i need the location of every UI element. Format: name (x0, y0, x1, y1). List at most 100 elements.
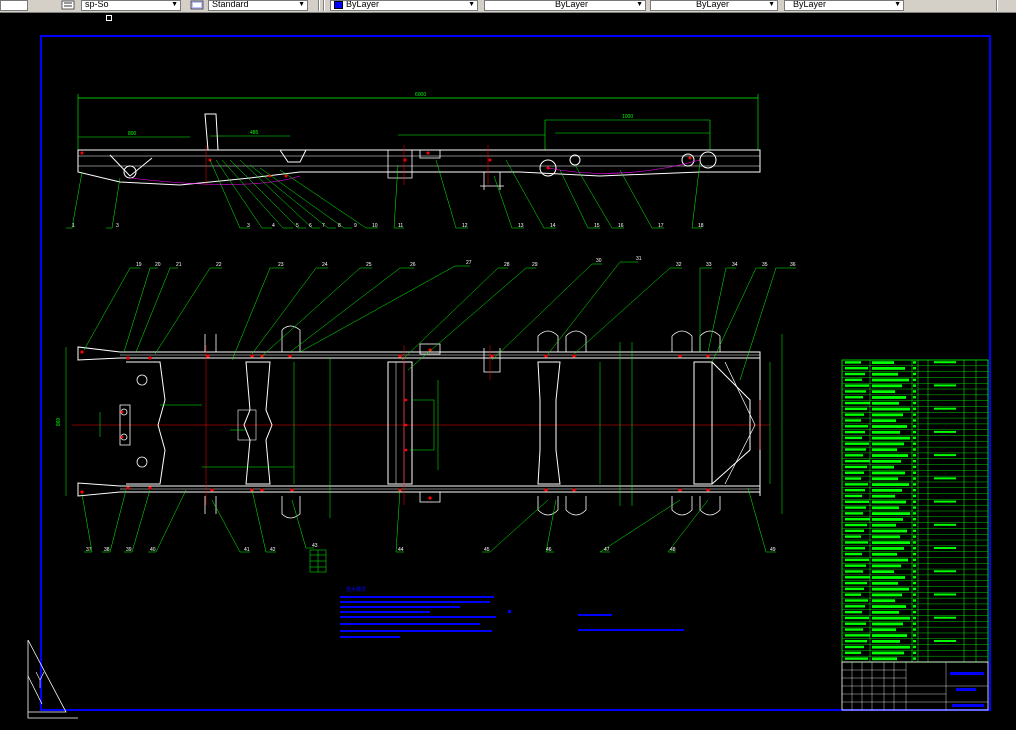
layer-dropdown[interactable]: ByLayer ▼ (484, 0, 646, 11)
color-value: ByLayer (346, 0, 380, 9)
layer-state-box[interactable] (0, 0, 28, 11)
color-swatch (334, 1, 343, 9)
toolbar-separator (318, 0, 320, 11)
bom-code-cell (845, 361, 861, 364)
text-style-dropdown[interactable]: Standard ▼ (208, 0, 308, 11)
bom-code-cell (845, 593, 861, 596)
bom-qty-cell (913, 442, 916, 445)
callout-3b: 3 (247, 223, 250, 229)
bom-material-cell (934, 384, 956, 387)
drawing-canvas[interactable]: 6000 800 485 1000 1 3 3 4 5 6 7 8 9 10 1… (0, 12, 1016, 730)
bom-qty-cell (913, 448, 916, 451)
bom-name-cell (872, 512, 910, 515)
text-style-icon[interactable] (190, 0, 204, 10)
bom-name-cell (872, 564, 901, 568)
bom-name-cell (872, 471, 905, 475)
callout-18: 18 (698, 223, 704, 229)
bom-qty-cell (913, 599, 916, 602)
bom-material-cell (934, 639, 956, 642)
bom-name-cell (872, 430, 900, 434)
bom-name-cell (872, 465, 894, 469)
bom-qty-cell (913, 547, 916, 550)
side-view: 6000 800 485 1000 1 3 3 4 5 6 7 8 9 10 1… (66, 92, 761, 229)
bom-code-cell (845, 541, 868, 544)
bom-qty-cell (913, 407, 916, 411)
callout-15: 15 (594, 223, 600, 229)
bom-code-cell (845, 552, 862, 556)
plan-callout-26: 26 (410, 262, 416, 268)
bom-name-cell (872, 605, 906, 608)
textstyle-value: Standard (212, 0, 249, 9)
bom-name-cell (872, 599, 895, 603)
bom-qty-cell (913, 465, 916, 469)
lineweight-value: ByLayer (696, 0, 730, 9)
bom-qty-cell (913, 361, 916, 364)
bom-code-cell (845, 448, 866, 451)
bom-code-cell (845, 442, 869, 445)
linetype-icon[interactable] (61, 0, 75, 10)
bom-code-cell (845, 407, 867, 411)
bom-qty-cell (913, 564, 916, 567)
dim-mid: 485 (250, 130, 259, 136)
bom-code-cell (845, 610, 862, 614)
bom-code-cell (845, 367, 868, 370)
bom-code-cell (845, 581, 867, 585)
chevron-down-icon: ▼ (768, 1, 775, 8)
bom-qty-cell (913, 558, 916, 562)
bom-qty-cell (913, 459, 916, 463)
bom-name-cell (872, 639, 900, 643)
bom-qty-cell (913, 570, 916, 573)
bom-name-cell (872, 558, 908, 562)
bom-qty-cell (913, 413, 916, 416)
bom-material-cell (934, 500, 956, 503)
bom-material-cell (934, 547, 956, 550)
bom-qty-cell (913, 477, 916, 480)
plotstyle-dropdown[interactable]: ByLayer ▼ (784, 0, 904, 11)
bom-code-cell (845, 500, 869, 503)
callout-14: 14 (550, 223, 556, 229)
bom-name-cell (872, 384, 902, 388)
color-dropdown[interactable]: ByLayer ▼ (330, 0, 478, 11)
plan-callout-39: 39 (126, 547, 132, 553)
bom-name-cell (872, 396, 906, 399)
plan-callout-23: 23 (278, 262, 284, 268)
plan-view: 860 19 20 21 22 23 24 25 26 27 28 29 30 … (56, 256, 796, 573)
bom-name-cell (872, 367, 905, 370)
bom-qty-cell (913, 657, 916, 660)
bom-name-cell (872, 541, 910, 545)
linetype-dropdown[interactable]: sp-So ▼ (81, 0, 181, 11)
plan-callout-43: 43 (312, 543, 318, 549)
plotstyle-value: ByLayer (793, 0, 827, 9)
bom-name-cell (872, 645, 910, 649)
bom-name-cell (872, 610, 899, 614)
bom-material-cell (934, 593, 956, 596)
bom-code-cell (845, 436, 862, 440)
bom-name-cell (872, 407, 910, 411)
bom-material-cell (934, 616, 956, 619)
callout-16: 16 (618, 223, 624, 229)
plan-callout-25: 25 (366, 262, 372, 268)
lineweight-dropdown[interactable]: ByLayer ▼ (650, 0, 778, 11)
plan-callout-34: 34 (732, 262, 738, 268)
bom-name-cell (872, 372, 898, 376)
bill-of-materials (841, 359, 989, 663)
plan-callout-29: 29 (532, 262, 538, 268)
plan-callout-44: 44 (398, 547, 404, 553)
bom-name-cell (872, 448, 897, 452)
bom-name-cell (872, 413, 903, 417)
bom-name-cell (872, 419, 896, 423)
plan-callout-31: 31 (636, 256, 642, 262)
bom-qty-cell (913, 634, 916, 637)
bom-material-cell (934, 361, 956, 364)
bom-code-cell (845, 454, 863, 457)
bom-name-cell (872, 506, 899, 510)
dim-right: 1000 (622, 114, 633, 120)
bom-name-cell (872, 529, 907, 533)
bom-code-cell (845, 390, 866, 393)
bom-qty-cell (913, 541, 916, 544)
bom-code-cell (845, 384, 869, 387)
bom-qty-cell (913, 494, 916, 498)
bom-qty-cell (913, 384, 916, 387)
bom-name-cell (872, 390, 895, 394)
plan-callout-45: 45 (484, 547, 490, 553)
